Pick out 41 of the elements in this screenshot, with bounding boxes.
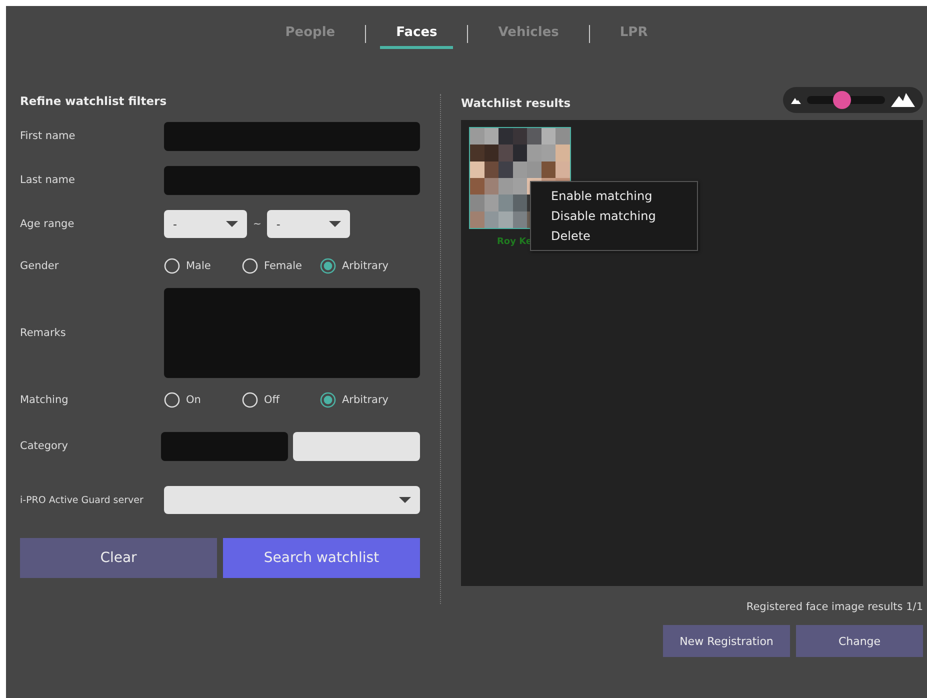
dropdown[interactable]: - — [164, 210, 247, 238]
input-field[interactable] — [161, 432, 288, 460]
menu-item[interactable]: Enable matching — [531, 186, 697, 206]
action-button[interactable]: New Registration — [663, 625, 790, 657]
input-field[interactable] — [164, 122, 420, 150]
caret-icon — [399, 497, 411, 503]
input-field[interactable] — [164, 166, 420, 194]
field-label: Remarks — [20, 327, 67, 339]
text-area[interactable] — [164, 288, 420, 378]
field-label: First name — [20, 130, 76, 142]
field-label: i-PRO Active Guard server — [20, 494, 144, 506]
separator-text: ~ — [253, 218, 262, 230]
radio-option[interactable]: Arbitrary — [320, 392, 388, 408]
field-label: Gender — [20, 260, 60, 272]
field-label: Last name — [20, 174, 76, 186]
action-button[interactable]: Change — [796, 625, 923, 657]
clear-button[interactable]: Clear — [20, 538, 217, 578]
radio-option[interactable]: Off — [242, 392, 320, 408]
search-button[interactable]: Search watchlist — [223, 538, 420, 578]
results-count: Registered face image results 1/1 — [745, 601, 923, 613]
radio-option[interactable]: Arbitrary — [320, 258, 388, 274]
section-title: Watchlist results — [461, 96, 571, 110]
slider-thumb[interactable] — [833, 91, 852, 109]
size-slider[interactable] — [783, 87, 923, 113]
radio-option[interactable]: Male — [164, 258, 242, 274]
dropdown[interactable] — [164, 486, 420, 514]
menu-item[interactable]: Delete — [531, 226, 697, 246]
radio-option[interactable]: On — [164, 392, 242, 408]
section-title: Refine watchlist filters — [20, 94, 168, 108]
field-label: Age range — [20, 218, 76, 230]
field-label: Category — [20, 440, 69, 452]
field-label: Matching — [20, 394, 70, 406]
caret-icon — [226, 221, 238, 227]
menu-item[interactable]: Disable matching — [531, 206, 697, 226]
tab[interactable]: Faces — [380, 19, 454, 49]
radio-option[interactable]: Female — [242, 258, 320, 274]
caret-icon — [329, 221, 342, 227]
mountain-small-icon — [791, 96, 801, 104]
input-field[interactable] — [293, 432, 420, 460]
mountain-large-icon — [891, 93, 915, 107]
dropdown[interactable]: - — [267, 210, 350, 238]
